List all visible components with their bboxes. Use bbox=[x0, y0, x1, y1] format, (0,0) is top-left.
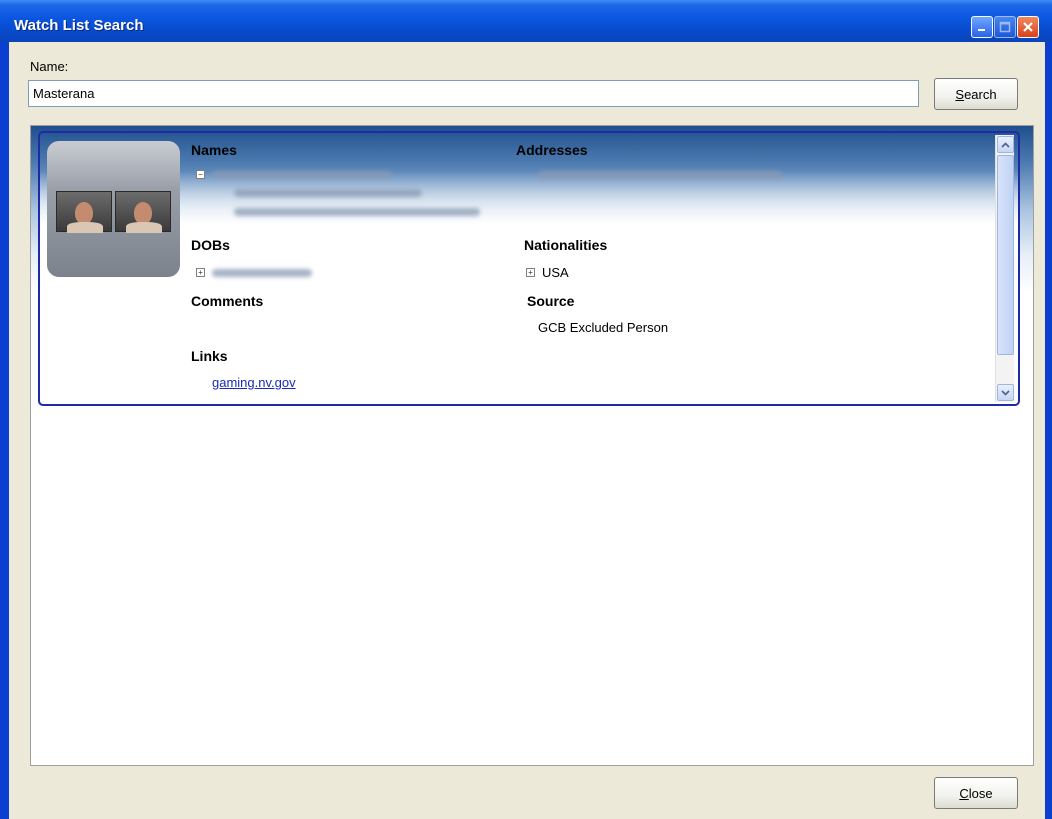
photo-box bbox=[47, 141, 180, 277]
comments-header: Comments bbox=[191, 293, 264, 309]
window-title: Watch List Search bbox=[14, 17, 144, 34]
dialog-body: Name: Search Names − bbox=[9, 42, 1045, 819]
redacted-name bbox=[234, 189, 422, 197]
scroll-thumb[interactable] bbox=[997, 155, 1014, 355]
scroll-up-button[interactable] bbox=[997, 136, 1014, 153]
maximize-button[interactable] bbox=[994, 16, 1016, 38]
names-header: Names bbox=[191, 142, 237, 158]
close-window-button[interactable] bbox=[1017, 16, 1039, 38]
close-icon bbox=[1023, 22, 1033, 32]
result-card[interactable]: Names − Addresses DOBs + Nationalities +… bbox=[38, 131, 1020, 406]
card-scrollbar[interactable] bbox=[995, 135, 1014, 402]
search-button[interactable]: Search bbox=[934, 78, 1018, 110]
close-button-label: lose bbox=[968, 785, 993, 801]
person-photo[interactable] bbox=[115, 191, 171, 233]
gaming-link[interactable]: gaming.nv.gov bbox=[212, 375, 296, 390]
dobs-header: DOBs bbox=[191, 237, 230, 253]
close-button[interactable]: Close bbox=[934, 777, 1018, 809]
search-button-label: earch bbox=[964, 86, 997, 102]
redacted-name bbox=[234, 208, 480, 216]
scroll-down-icon bbox=[1001, 389, 1010, 396]
dobs-expander[interactable]: + bbox=[196, 268, 205, 277]
redacted-dob bbox=[212, 269, 312, 277]
search-button-mnemonic: S bbox=[955, 86, 965, 102]
nationality-expander[interactable]: + bbox=[526, 268, 535, 277]
name-label: Name: bbox=[30, 59, 69, 74]
close-button-mnemonic: C bbox=[959, 785, 969, 801]
source-value: GCB Excluded Person bbox=[538, 320, 669, 335]
name-input[interactable] bbox=[28, 80, 919, 107]
names-expander[interactable]: − bbox=[196, 170, 205, 179]
minimize-button[interactable] bbox=[971, 16, 993, 38]
addresses-header: Addresses bbox=[516, 142, 588, 158]
person-photo[interactable] bbox=[56, 191, 112, 233]
title-bar[interactable]: Watch List Search bbox=[0, 0, 1052, 42]
source-header: Source bbox=[527, 293, 575, 309]
results-panel[interactable]: Names − Addresses DOBs + Nationalities +… bbox=[30, 125, 1034, 766]
watch-list-search-window: Watch List Search Name: Search bbox=[0, 0, 1052, 819]
scroll-up-icon bbox=[1001, 141, 1010, 148]
maximize-icon bbox=[999, 21, 1011, 33]
nationality-value: USA bbox=[542, 265, 569, 280]
redacted-address bbox=[538, 171, 782, 179]
nationalities-header: Nationalities bbox=[524, 237, 608, 253]
links-header: Links bbox=[191, 348, 228, 364]
scroll-down-button[interactable] bbox=[997, 384, 1014, 401]
minimize-icon bbox=[978, 29, 985, 31]
redacted-name bbox=[212, 171, 392, 179]
